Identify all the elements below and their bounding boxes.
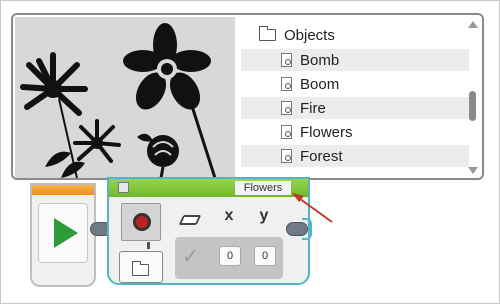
y-label: y (259, 207, 269, 224)
file-item-boom[interactable]: Boom (241, 73, 469, 95)
mode-selector-button[interactable] (121, 203, 161, 241)
scroll-thumb[interactable] (469, 91, 476, 121)
file-icon (281, 149, 292, 163)
file-item-label: Flowers (300, 123, 353, 141)
x-label: x (224, 207, 234, 224)
flowers-image (15, 17, 235, 178)
start-button[interactable] (38, 203, 88, 263)
file-item-bomb[interactable]: Bomb (241, 49, 469, 71)
file-list[interactable]: Objects Bomb Boom Fire Flowers Forest (241, 15, 469, 178)
block-settings-icon[interactable] (118, 182, 129, 193)
check-icon[interactable]: ✓ (182, 244, 199, 269)
file-icon (281, 101, 292, 115)
play-icon (54, 218, 78, 248)
display-image-block[interactable]: Flowers x y ✓ 0 0 (107, 177, 310, 285)
file-item-forest[interactable]: Forest (241, 145, 469, 167)
folder-icon (132, 261, 149, 276)
block-end-cap (302, 218, 312, 240)
screenshot: Objects Bomb Boom Fire Flowers Forest Fl… (0, 0, 500, 304)
file-select-button[interactable] (119, 251, 163, 283)
folder-objects[interactable]: Objects (259, 24, 335, 46)
start-block[interactable] (30, 183, 96, 287)
image-file-browser: Objects Bomb Boom Fire Flowers Forest (11, 13, 484, 180)
file-item-label: Bomb (300, 51, 340, 69)
file-name-label: Flowers (235, 181, 291, 195)
block-header: Flowers (109, 179, 308, 197)
scroll-down-arrow-icon[interactable] (468, 167, 478, 174)
file-item-label: Boom (300, 75, 340, 93)
folder-icon (259, 26, 276, 41)
file-icon (281, 53, 292, 67)
start-block-header (32, 185, 94, 195)
eraser-icon (178, 215, 202, 225)
mode-connector (147, 242, 150, 249)
folder-label: Objects (284, 26, 335, 44)
x-value-input[interactable]: 0 (219, 246, 241, 266)
display-image-icon (133, 213, 151, 231)
y-value-input[interactable]: 0 (254, 246, 276, 266)
image-preview (15, 17, 235, 178)
file-icon (281, 125, 292, 139)
scroll-up-arrow-icon[interactable] (468, 21, 478, 28)
file-item-label: Fire (300, 99, 326, 117)
list-scrollbar[interactable] (468, 19, 478, 176)
file-item-fire[interactable]: Fire (241, 97, 469, 119)
file-item-flowers[interactable]: Flowers (241, 121, 469, 143)
file-item-label: Forest (300, 147, 343, 165)
file-icon (281, 77, 292, 91)
